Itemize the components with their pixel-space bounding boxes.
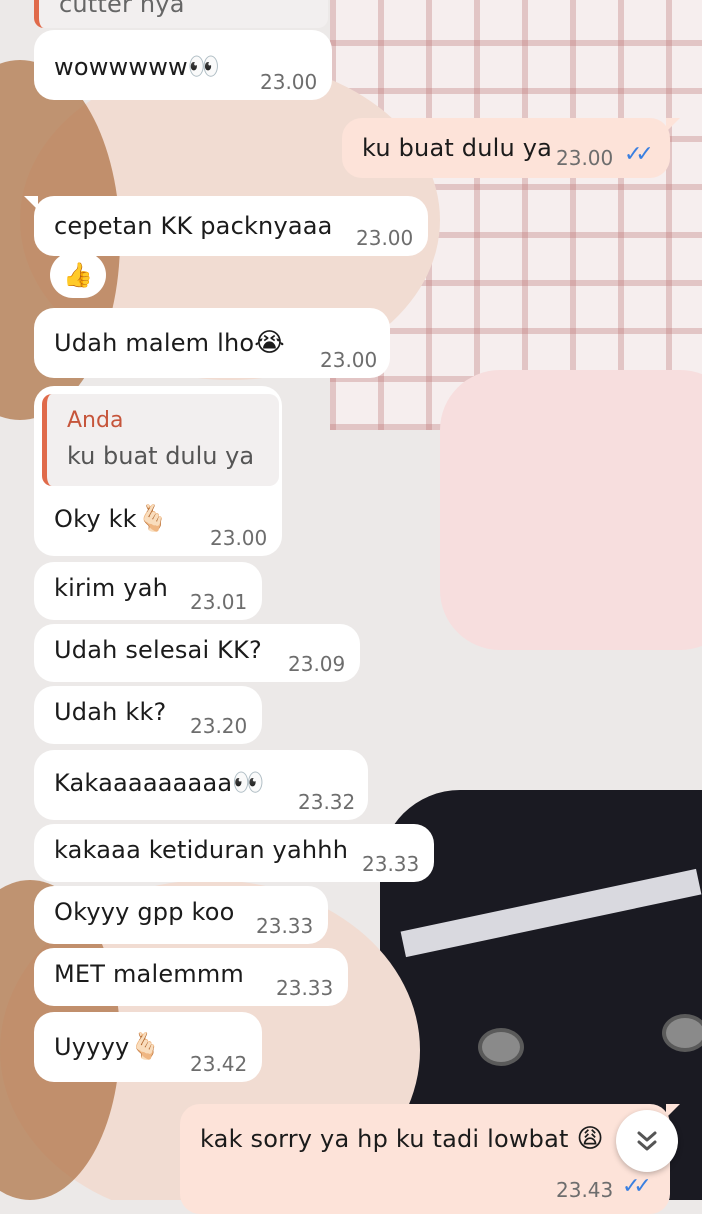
message-time: 23.00 <box>260 70 318 94</box>
quoted-reply[interactable]: Anda ku buat dulu ya <box>42 394 279 486</box>
scroll-to-bottom-button[interactable] <box>616 1110 678 1172</box>
message-bubble-incoming[interactable]: Kakaaaaaaaaa👀 23.32 <box>34 750 368 820</box>
message-bubble-incoming[interactable]: Udah kk? 23.20 <box>34 686 262 744</box>
message-bubble-incoming[interactable]: cepetan KK packnyaaa 23.00 <box>24 196 428 256</box>
message-bubble-incoming[interactable]: kakaaa ketiduran yahhh 23.33 <box>34 824 434 882</box>
quote-text: ku buat dulu ya <box>67 442 255 470</box>
read-ticks-icon: ✓✓ <box>624 142 654 167</box>
message-bubble-incoming[interactable]: Udah malem lho😭 23.00 <box>34 308 390 378</box>
crying-face-icon: 😭 <box>254 328 285 358</box>
message-text: MET malemmm <box>54 960 245 988</box>
message-time: 23.00 <box>356 226 414 250</box>
message-bubble-incoming[interactable]: Uyyyy🫰🏻 23.42 <box>34 1012 262 1082</box>
weary-face-icon: 😩 <box>576 1124 604 1154</box>
message-text: Uyyyy🫰🏻 <box>54 1032 162 1062</box>
message-time: 23.00 <box>320 348 378 372</box>
message-time: 23.00 <box>210 526 268 550</box>
message-text: kirim yah <box>54 574 169 602</box>
message-time: 23.33 <box>276 976 334 1000</box>
quote-author: Anda <box>67 408 124 433</box>
quoted-message-text: cutter nya <box>59 0 185 18</box>
message-time: 23.20 <box>190 714 248 738</box>
message-bubble-incoming[interactable]: kirim yah 23.01 <box>34 562 262 620</box>
message-time: 23.42 <box>190 1052 248 1076</box>
message-text: Udah kk? <box>54 698 167 726</box>
message-time: 23.00 <box>556 146 614 170</box>
eyes-emoji-icon: 👀 <box>232 768 265 798</box>
thumbs-up-icon: 👍 <box>63 261 93 289</box>
message-time: 23.43 <box>556 1178 614 1202</box>
message-text: cepetan KK packnyaaa <box>54 212 333 240</box>
message-text: Okyyy gpp koo <box>54 898 235 926</box>
message-time: 23.09 <box>288 652 346 676</box>
reaction-badge[interactable]: 👍 <box>50 252 106 298</box>
message-text: kak sorry ya hp ku tadi lowbat 😩 <box>200 1124 604 1154</box>
message-text: Udah selesai KK? <box>54 636 262 664</box>
message-bubble-incoming[interactable]: Anda ku buat dulu ya Oky kk🫰🏻 23.00 <box>34 386 282 556</box>
double-chevron-down-icon <box>637 1131 657 1151</box>
message-text: Udah malem lho😭 <box>54 328 285 358</box>
eyes-emoji-icon: 👀 <box>187 52 221 82</box>
message-text: Oky kk🫰🏻 <box>54 504 170 534</box>
message-time: 23.32 <box>298 790 356 814</box>
finger-heart-icon: 🫰🏻 <box>129 1032 162 1062</box>
message-text: kakaaa ketiduran yahhh <box>54 836 349 864</box>
read-ticks-icon: ✓✓ <box>622 1174 652 1199</box>
message-time: 23.33 <box>256 914 314 938</box>
message-text: ku buat dulu ya <box>362 134 553 162</box>
message-bubble-incoming[interactable]: cutter nya <box>34 0 328 28</box>
message-bubble-incoming[interactable]: MET malemmm 23.33 <box>34 948 348 1006</box>
message-text: wowwwww👀 <box>54 52 221 82</box>
message-text: Kakaaaaaaaaa👀 <box>54 768 265 798</box>
message-bubble-outgoing[interactable]: ku buat dulu ya 23.00 ✓✓ <box>342 118 680 178</box>
message-bubble-incoming[interactable]: Udah selesai KK? 23.09 <box>34 624 360 682</box>
finger-heart-icon: 🫰🏻 <box>136 504 170 534</box>
message-bubble-outgoing[interactable]: kak sorry ya hp ku tadi lowbat 😩 23.43 ✓… <box>180 1104 680 1214</box>
message-bubble-incoming[interactable]: wowwwww👀 23.00 <box>34 30 332 100</box>
message-time: 23.01 <box>190 590 248 614</box>
message-time: 23.33 <box>362 852 420 876</box>
message-bubble-incoming[interactable]: Okyyy gpp koo 23.33 <box>34 886 328 944</box>
